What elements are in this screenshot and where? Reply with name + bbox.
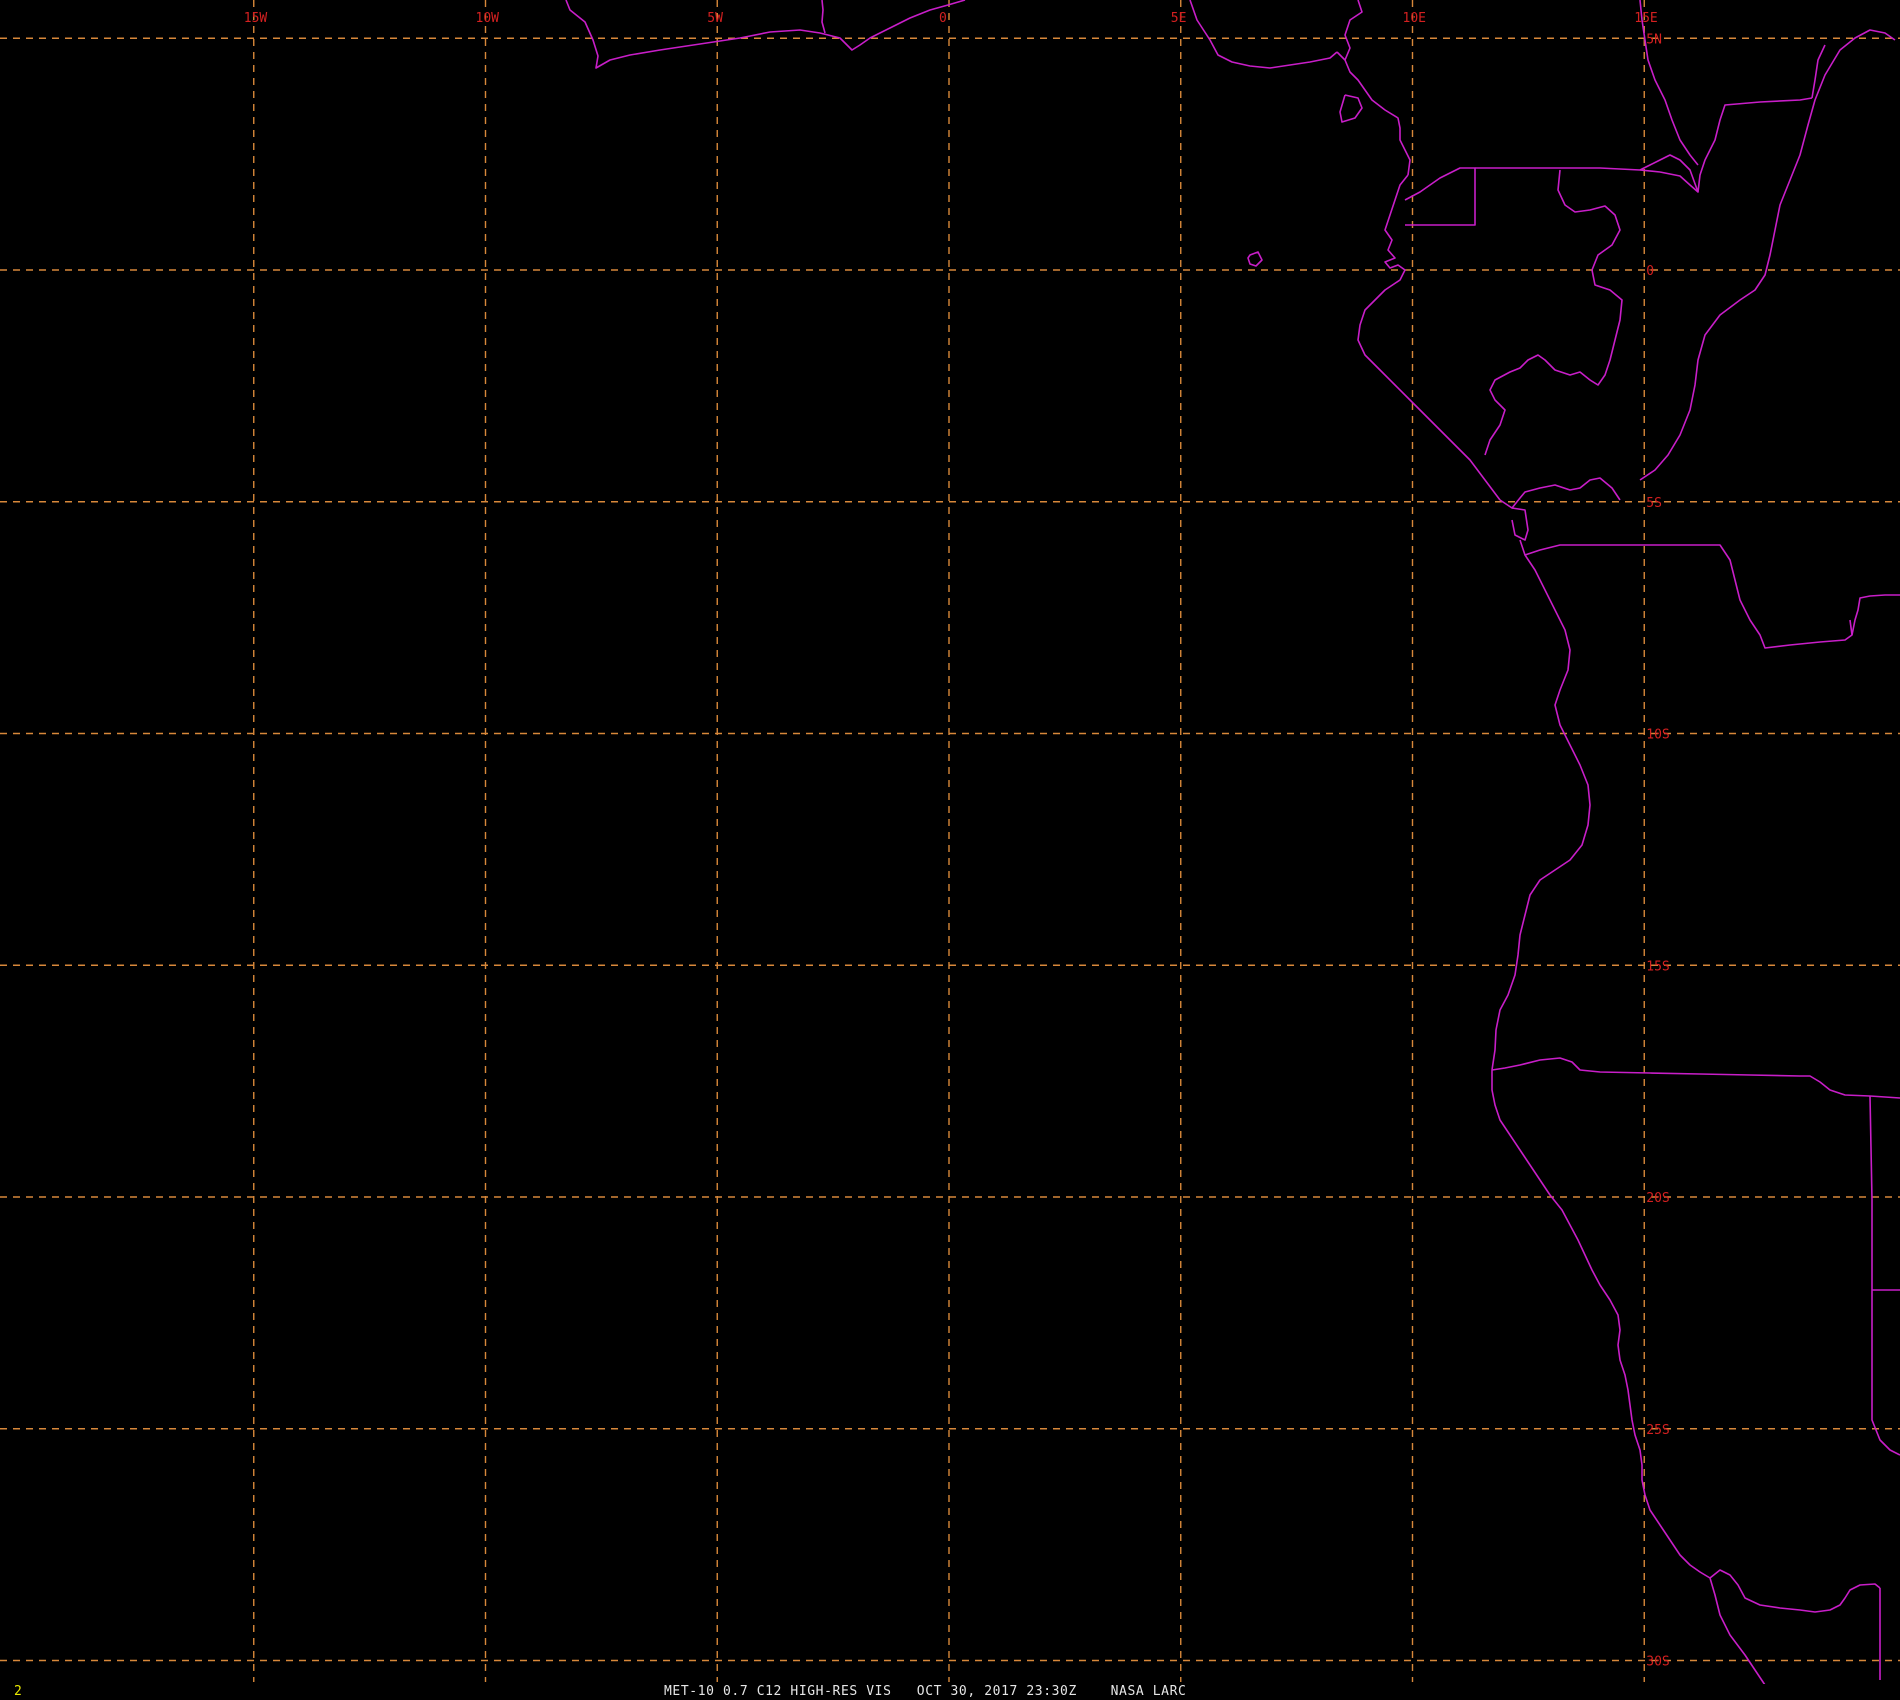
frame-number: 2 xyxy=(14,1684,22,1699)
coastline-cabinda xyxy=(1499,477,1621,509)
coastlines-and-borders xyxy=(565,0,1900,1700)
satellite-image-viewer: 15W 10W 5W 0 5E 10E 15E 5N 0 5S 10S 15S 20S 25S 30S 2… xyxy=(0,0,1900,1700)
longitude-label: 10E xyxy=(1403,11,1426,26)
border-angola-zambia xyxy=(1849,619,1853,636)
lat-lon-grid xyxy=(0,0,1900,1682)
bioko-island xyxy=(1339,94,1363,123)
border-cameroon-north xyxy=(1344,0,1363,61)
border-namibia-botswana xyxy=(1869,1095,1900,1456)
coastline-south-africa xyxy=(1709,1577,1771,1700)
coastline-angola xyxy=(1491,539,1591,1071)
longitude-label: 15E xyxy=(1634,11,1657,26)
image-caption: MET-10 0.7 C12 HIGH-RES VIS OCT 30, 2017… xyxy=(664,1684,1187,1699)
latitude-label: 10S xyxy=(1646,728,1669,743)
longitude-label: 0 xyxy=(939,11,947,26)
border-equatorial-guinea xyxy=(1404,167,1476,226)
longitude-label: 15W xyxy=(244,11,268,26)
longitude-label: 10W xyxy=(476,11,500,26)
map-canvas: 15W 10W 5W 0 5E 10E 15E 5N 0 5S 10S 15S 20S 25S 30S xyxy=(0,0,1900,1700)
latitude-labels: 5N 0 5S 10S 15S 20S 25S 30S xyxy=(1646,32,1669,1669)
longitude-label: 5E xyxy=(1171,11,1187,26)
border-congo-gabon xyxy=(1484,169,1623,456)
bight-island xyxy=(1247,251,1263,267)
border-angola-namibia xyxy=(1491,1057,1900,1099)
border-nigeria xyxy=(1189,0,1338,69)
coastline-cameroon xyxy=(1336,51,1411,176)
coastline-namibia xyxy=(1491,1070,1711,1579)
orange-river-mouth xyxy=(1709,1569,1881,1613)
longitude-label: 5W xyxy=(707,11,723,26)
latitude-label: 25S xyxy=(1646,1423,1669,1438)
border-angola-drc xyxy=(1524,544,1900,649)
status-bar: 2 MET-10 0.7 C12 HIGH-RES VIS OCT 30, 20… xyxy=(0,1684,1900,1700)
latitude-label: 15S xyxy=(1646,959,1669,974)
border-gabon-cameroon xyxy=(1475,167,1661,173)
border-congo-drc xyxy=(1639,29,1896,481)
longitude-labels: 15W 10W 5W 0 5E 10E 15E xyxy=(244,11,1658,26)
cabinda-enclave xyxy=(1511,507,1529,541)
coastline-gabon xyxy=(1357,174,1501,501)
latitude-label: 30S xyxy=(1646,1655,1669,1670)
latitude-label: 5N xyxy=(1646,32,1662,47)
coastline-west-africa-north xyxy=(565,0,966,69)
latitude-label: 20S xyxy=(1646,1191,1669,1206)
coastline-ghana-togo xyxy=(821,0,826,34)
latitude-label: 5S xyxy=(1646,496,1662,511)
latitude-label: 0 xyxy=(1646,264,1654,279)
